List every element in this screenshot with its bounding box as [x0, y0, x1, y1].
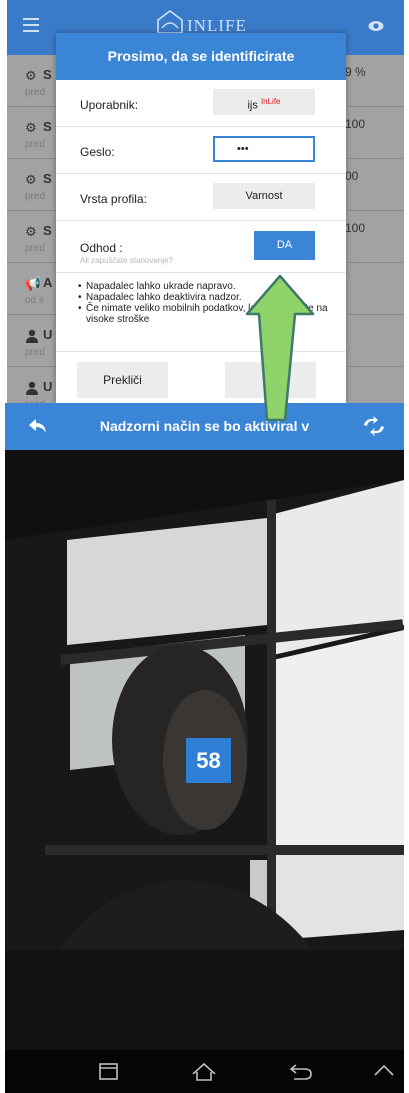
countdown-badge: 58 — [186, 738, 231, 783]
chevron-up-icon[interactable] — [373, 1062, 395, 1078]
list-item-value: 9 % — [345, 65, 366, 79]
list-item-sub: pred — [25, 347, 46, 358]
user-value-brand: InLife — [260, 97, 281, 106]
list-item-title: S — [43, 171, 52, 186]
list-item-value: 100 — [345, 117, 366, 131]
list-item-title: U — [43, 379, 53, 394]
camera-screen: Nadzorni način se bo aktiviral v 58 — [5, 403, 404, 1093]
user-value: ijs — [247, 99, 258, 112]
leave-row: Odhod : Ali zapuščate stanovanje? DA — [56, 221, 346, 273]
camera-title: Nadzorni način se bo aktiviral v — [99, 418, 310, 434]
password-row: Geslo: ••• — [56, 127, 346, 174]
profile-label: Vrsta profila: — [80, 192, 147, 206]
list-item-sub: pred — [25, 243, 46, 254]
gear-icon: ⚙ — [25, 68, 37, 83]
switch-camera-icon[interactable] — [362, 416, 386, 436]
megaphone-icon: 📢 — [25, 276, 42, 291]
leave-label: Odhod : — [80, 241, 123, 255]
home-icon[interactable] — [191, 1062, 217, 1082]
gear-icon: ⚙ — [25, 172, 37, 187]
profile-select[interactable]: Varnost — [213, 183, 315, 209]
list-item-title: S — [43, 119, 52, 134]
menu-icon[interactable] — [23, 18, 39, 32]
user-row: Uporabnik: ijs InLife — [56, 80, 346, 127]
leave-yes-button[interactable]: DA — [254, 231, 315, 260]
gear-icon: ⚙ — [25, 120, 37, 135]
list-item-sub: od s — [25, 295, 44, 306]
recent-apps-icon[interactable] — [97, 1062, 121, 1082]
back-nav-icon[interactable] — [288, 1062, 314, 1082]
profile-row: Vrsta profila: Varnost — [56, 174, 346, 221]
android-navbar — [5, 1050, 404, 1093]
logo-icon — [157, 10, 183, 34]
arrow-up-icon — [245, 274, 315, 422]
dialog-title: Prosimo, da se identificirate — [56, 33, 346, 80]
list-item-title: U — [43, 327, 53, 342]
camera-header: Nadzorni način se bo aktiviral v — [5, 403, 404, 450]
list-item-value: 100 — [345, 221, 366, 235]
eye-icon[interactable] — [368, 20, 384, 32]
list-item-title: S — [43, 223, 52, 238]
login-screen: INLIFE ⚙ S pred 9 % ⚙ S pred 100 ⚙ S pre… — [7, 0, 404, 403]
list-item-sub: pred — [25, 87, 46, 98]
gear-icon: ⚙ — [25, 224, 37, 239]
user-icon — [25, 329, 39, 343]
user-select[interactable]: ijs InLife — [213, 89, 315, 115]
list-item-title: S — [43, 67, 52, 82]
list-item-sub: pred — [25, 139, 46, 150]
list-item-value: 00 — [345, 169, 359, 183]
leave-question: Ali zapuščate stanovanje? — [80, 256, 173, 265]
password-field[interactable]: ••• — [213, 136, 315, 162]
cancel-button[interactable]: Prekliči — [77, 362, 168, 398]
list-item-title: A — [43, 275, 53, 290]
user-icon — [25, 381, 39, 395]
user-label: Uporabnik: — [80, 98, 139, 112]
list-item-sub: pred — [25, 191, 46, 202]
password-label: Geslo: — [80, 145, 115, 159]
